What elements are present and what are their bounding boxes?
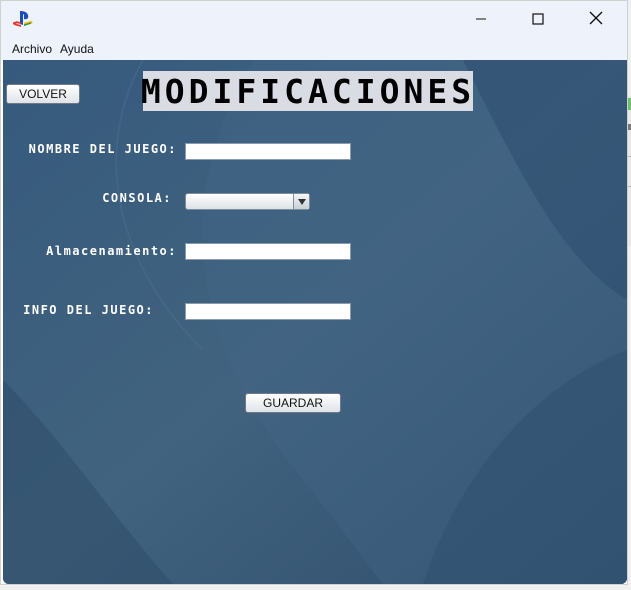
minimize-icon [475, 10, 487, 29]
nombre-label: NOMBRE DEL JUEGO: [28, 142, 177, 156]
info-input[interactable] [185, 303, 351, 320]
menu-item-ayuda[interactable]: Ayuda [60, 42, 94, 56]
volver-button[interactable]: VOLVER [6, 84, 80, 104]
menu-item-archivo[interactable]: Archivo [12, 42, 52, 56]
close-icon [589, 10, 603, 29]
consola-select[interactable] [185, 193, 310, 210]
nombre-input[interactable] [185, 143, 351, 160]
consola-label: CONSOLA: [102, 191, 172, 205]
maximize-button[interactable] [509, 1, 567, 38]
almacenamiento-input[interactable] [185, 243, 351, 260]
menu-bar: Archivo Ayuda [1, 38, 627, 60]
info-label: INFO DEL JUEGO: [23, 303, 154, 317]
background-image [3, 60, 627, 584]
playstation-logo-icon [12, 10, 34, 28]
form-panel: VOLVER MODIFICACIONES NOMBRE DEL JUEGO: … [3, 60, 627, 584]
almacenamiento-label: Almacenamiento: [46, 244, 177, 258]
page-title: MODIFICACIONES [140, 71, 476, 111]
chevron-down-icon[interactable] [293, 194, 309, 209]
close-button[interactable] [567, 1, 625, 38]
title-bar [1, 1, 627, 38]
minimize-button[interactable] [452, 1, 510, 38]
maximize-icon [532, 10, 544, 29]
app-window: Archivo Ayuda VOLVER MODIFICACIONES NOMB… [0, 0, 628, 585]
guardar-button[interactable]: GUARDAR [245, 393, 341, 413]
